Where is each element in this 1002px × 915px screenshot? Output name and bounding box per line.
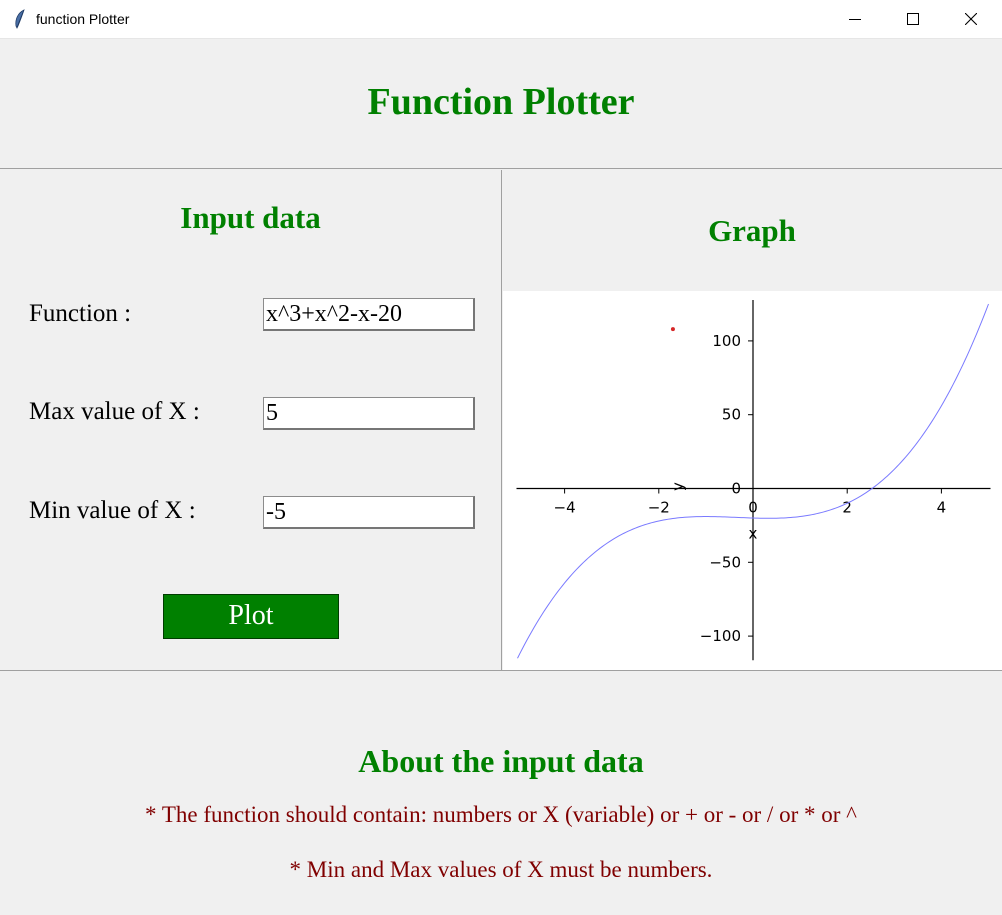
marker-dot (670, 327, 675, 332)
y-axis-label: y (669, 482, 687, 491)
maximize-button[interactable] (884, 0, 942, 39)
window-title: function Plotter (36, 11, 130, 27)
function-chart: −4 −2 0 2 4−100−50050100xy (516, 300, 991, 661)
y-tick-label: −50 (709, 553, 741, 571)
max-x-input[interactable] (263, 397, 475, 430)
about-title: About the input data (358, 743, 644, 779)
about-note-2: * Min and Max values of X must be number… (289, 857, 713, 882)
plot-button[interactable]: Plot (163, 594, 339, 639)
x-tick-label: 0 (748, 499, 758, 517)
close-button[interactable] (942, 0, 1000, 39)
window-titlebar[interactable]: function Plotter (0, 0, 1002, 39)
function-input[interactable] (263, 298, 475, 331)
header-divider (0, 168, 1002, 169)
feather-icon (15, 9, 25, 29)
function-label: Function : (29, 300, 132, 327)
graph-canvas[interactable]: −4 −2 0 2 4 −100 −50 0 50 100 x y (503, 291, 1002, 670)
page-title: Function Plotter (367, 81, 635, 123)
graph-section-title: Graph (708, 213, 796, 248)
min-x-label: Min value of X : (29, 497, 196, 524)
about-note-1: * The function should contain: numbers o… (145, 802, 857, 827)
minimize-button[interactable] (826, 0, 884, 39)
input-section-title: Input data (180, 200, 321, 235)
y-tick-label: −100 (700, 627, 741, 645)
x-tick-label: −4 (554, 499, 576, 517)
min-x-input[interactable] (263, 496, 475, 529)
minimize-icon (849, 19, 861, 20)
max-x-label: Max value of X : (29, 398, 200, 425)
footer-divider (0, 670, 1002, 671)
maximize-icon (907, 13, 919, 25)
close-icon (965, 13, 977, 25)
y-tick-label: 50 (722, 406, 741, 424)
x-tick-label: 4 (937, 499, 947, 517)
y-tick-label: 100 (712, 332, 741, 350)
y-tick-label: 0 (731, 480, 741, 498)
x-axis-label: x (749, 525, 758, 543)
x-tick-label: −2 (648, 499, 670, 517)
